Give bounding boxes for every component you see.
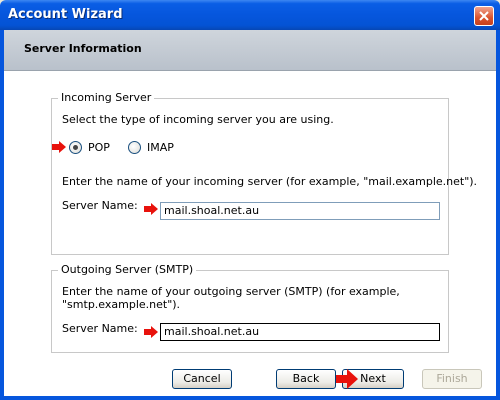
- red-arrow-icon: [144, 326, 158, 338]
- window-title: Account Wizard: [8, 7, 123, 22]
- outgoing-server-name-label: Server Name:: [62, 322, 138, 335]
- outgoing-server-name-input[interactable]: mail.shoal.net.au: [160, 323, 440, 341]
- pop-label[interactable]: POP: [88, 141, 110, 154]
- red-arrow-icon: [52, 141, 66, 153]
- imap-radio[interactable]: [128, 141, 141, 154]
- incoming-server-instruction: Enter the name of your incoming server (…: [62, 175, 478, 188]
- back-button[interactable]: Back: [276, 369, 336, 389]
- red-arrow-icon: [336, 369, 358, 389]
- wizard-client: Server Information Incoming Server Selec…: [4, 30, 496, 396]
- finish-button[interactable]: Finish: [422, 369, 482, 389]
- page-title: Server Information: [24, 42, 142, 55]
- incoming-server-name-input[interactable]: mail.shoal.net.au: [160, 202, 440, 220]
- close-icon: [479, 11, 489, 21]
- outgoing-server-instruction-line1: Enter the name of your outgoing server (…: [62, 285, 400, 298]
- incoming-server-prompt: Select the type of incoming server you a…: [62, 113, 334, 126]
- outgoing-server-instruction-line2: "smtp.example.net").: [62, 298, 181, 311]
- next-button-label: Next: [360, 372, 386, 385]
- close-button[interactable]: [474, 6, 494, 26]
- incoming-server-legend: Incoming Server: [58, 91, 155, 104]
- imap-label[interactable]: IMAP: [147, 141, 174, 154]
- header-band: Server Information: [4, 30, 496, 71]
- incoming-server-group: Incoming Server Select the type of incom…: [51, 91, 477, 255]
- cancel-button[interactable]: Cancel: [172, 369, 232, 389]
- outgoing-server-group: Outgoing Server (SMTP) Enter the name of…: [51, 263, 449, 353]
- title-bar[interactable]: Account Wizard: [0, 0, 500, 30]
- window-frame-bottom: [0, 396, 500, 400]
- pop-radio[interactable]: [69, 141, 82, 154]
- outgoing-server-legend: Outgoing Server (SMTP): [58, 263, 197, 276]
- wizard-content: Incoming Server Select the type of incom…: [4, 71, 496, 396]
- incoming-server-name-label: Server Name:: [62, 199, 138, 212]
- red-arrow-icon: [144, 203, 158, 215]
- window-frame-right: [496, 30, 500, 400]
- radio-selected-dot: [73, 145, 78, 150]
